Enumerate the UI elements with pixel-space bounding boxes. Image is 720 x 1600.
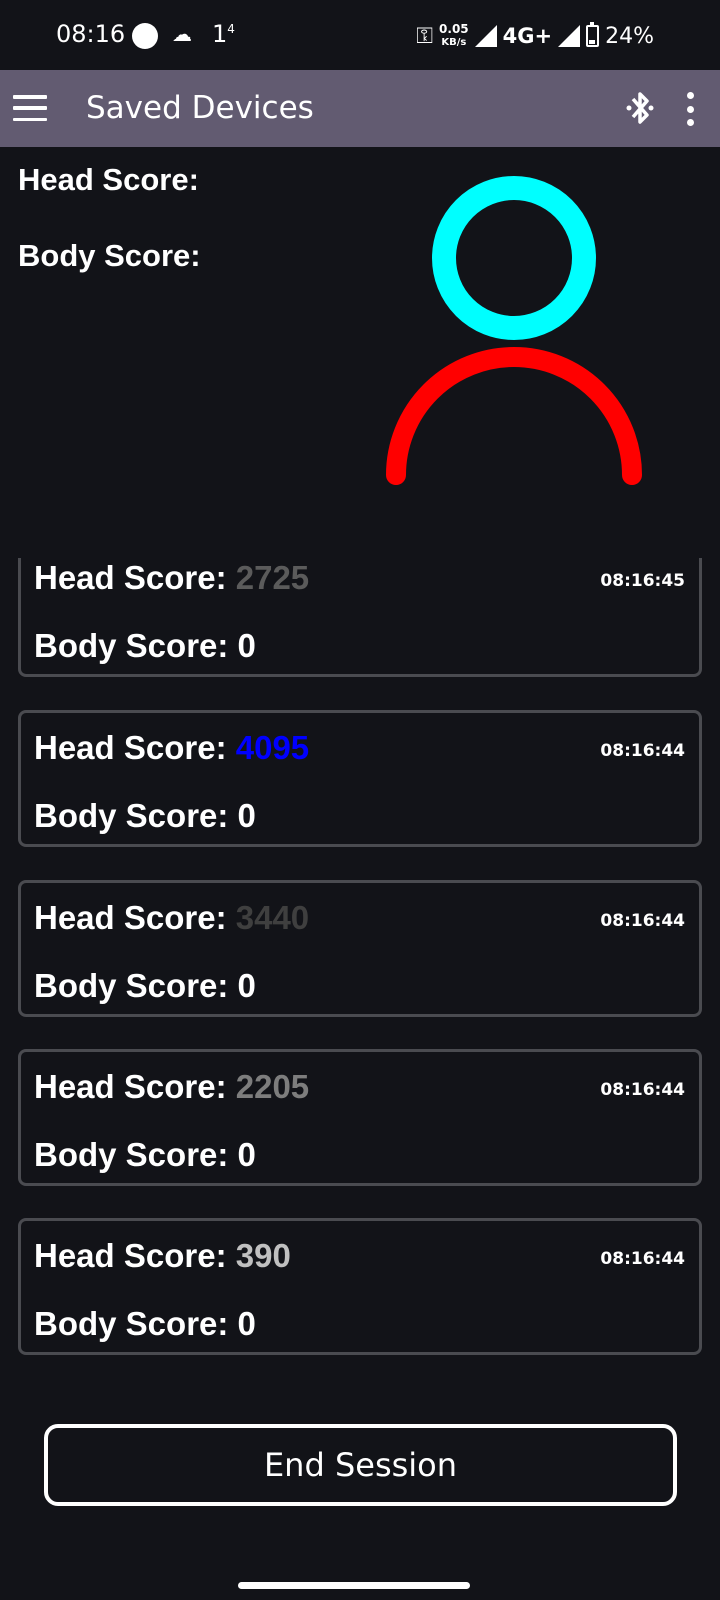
body-score-value: 0 xyxy=(237,797,256,834)
bluetooth-icon[interactable] xyxy=(622,88,658,128)
reading-timestamp: 08:16:44 xyxy=(600,911,685,931)
end-session-button[interactable]: End Session xyxy=(44,1424,677,1506)
reading-card: Head Score: 2205 Body Score: 0 08:16:44 xyxy=(18,1049,702,1186)
reading-timestamp: 08:16:44 xyxy=(600,1249,685,1269)
body-score-value: 0 xyxy=(237,1136,256,1173)
head-score-value: 4095 xyxy=(235,729,310,766)
body-score-value: 0 xyxy=(237,627,256,664)
body-score-line: Body Score: 0 xyxy=(34,797,256,835)
reading-timestamp: 08:16:44 xyxy=(600,741,685,761)
notification-count: 14 xyxy=(212,20,235,48)
body-figure xyxy=(386,176,642,485)
reading-card: Head Score: 2725 Body Score: 0 08:16:45 xyxy=(18,558,702,677)
head-score-line: Head Score: 2725 xyxy=(34,559,309,597)
live-body-score-label: Body Score: xyxy=(18,238,201,273)
notification-dot-icon xyxy=(132,23,158,49)
body-score-label: Body Score: xyxy=(34,627,229,664)
body-score-value: 0 xyxy=(237,967,256,1004)
status-bar: 08:16 ☁ 14 ⚿ 0.05 KB/s 4G+ 24% xyxy=(0,0,720,70)
head-score-line: Head Score: 2205 xyxy=(34,1068,309,1106)
body-indicator xyxy=(386,347,642,485)
head-indicator xyxy=(432,176,596,340)
body-score-label: Body Score: xyxy=(34,1136,229,1173)
status-time: 08:16 xyxy=(56,20,126,48)
vpn-key-icon: ⚿ xyxy=(416,23,434,49)
head-score-value: 2205 xyxy=(235,1068,310,1105)
reading-timestamp: 08:16:44 xyxy=(600,1080,685,1100)
head-score-value: 390 xyxy=(235,1237,291,1274)
network-speed: 0.05 KB/s xyxy=(439,22,469,49)
head-score-line: Head Score: 4095 xyxy=(34,729,309,767)
signal-icon-2 xyxy=(558,25,581,47)
head-score-label: Head Score: xyxy=(34,559,227,596)
body-score-line: Body Score: 0 xyxy=(34,627,256,665)
reading-card: Head Score: 3440 Body Score: 0 08:16:44 xyxy=(18,880,702,1017)
signal-icon xyxy=(474,25,497,47)
page-title: Saved Devices xyxy=(86,90,314,126)
head-score-line: Head Score: 3440 xyxy=(34,899,309,937)
body-score-line: Body Score: 0 xyxy=(34,1305,256,1343)
app-bar: Saved Devices xyxy=(0,70,720,147)
body-score-label: Body Score: xyxy=(34,967,229,1004)
home-indicator[interactable] xyxy=(238,1582,470,1589)
head-score-label: Head Score: xyxy=(34,1237,227,1274)
battery-percent: 24% xyxy=(605,23,654,49)
head-score-value: 3440 xyxy=(235,899,310,936)
reading-timestamp: 08:16:45 xyxy=(600,571,685,591)
body-score-line: Body Score: 0 xyxy=(34,1136,256,1174)
status-right-group: ⚿ 0.05 KB/s 4G+ 24% xyxy=(416,16,654,56)
head-score-label: Head Score: xyxy=(34,899,227,936)
reading-card: Head Score: 390 Body Score: 0 08:16:44 xyxy=(18,1218,702,1355)
battery-icon xyxy=(586,22,600,47)
body-score-label: Body Score: xyxy=(34,1305,229,1342)
body-score-value: 0 xyxy=(237,1305,256,1342)
head-score-line: Head Score: 390 xyxy=(34,1237,291,1275)
head-score-value: 2725 xyxy=(235,559,310,596)
more-vert-icon[interactable] xyxy=(680,92,700,126)
body-score-line: Body Score: 0 xyxy=(34,967,256,1005)
head-score-label: Head Score: xyxy=(34,1068,227,1105)
menu-icon[interactable] xyxy=(13,95,47,121)
body-score-label: Body Score: xyxy=(34,797,229,834)
reading-card: Head Score: 4095 Body Score: 0 08:16:44 xyxy=(18,710,702,847)
cloud-icon: ☁ xyxy=(172,24,192,46)
readings-list[interactable]: Head Score: 2725 Body Score: 0 08:16:45 … xyxy=(0,558,720,1380)
live-head-score-label: Head Score: xyxy=(18,162,199,197)
network-type: 4G+ xyxy=(502,24,553,48)
head-score-label: Head Score: xyxy=(34,729,227,766)
